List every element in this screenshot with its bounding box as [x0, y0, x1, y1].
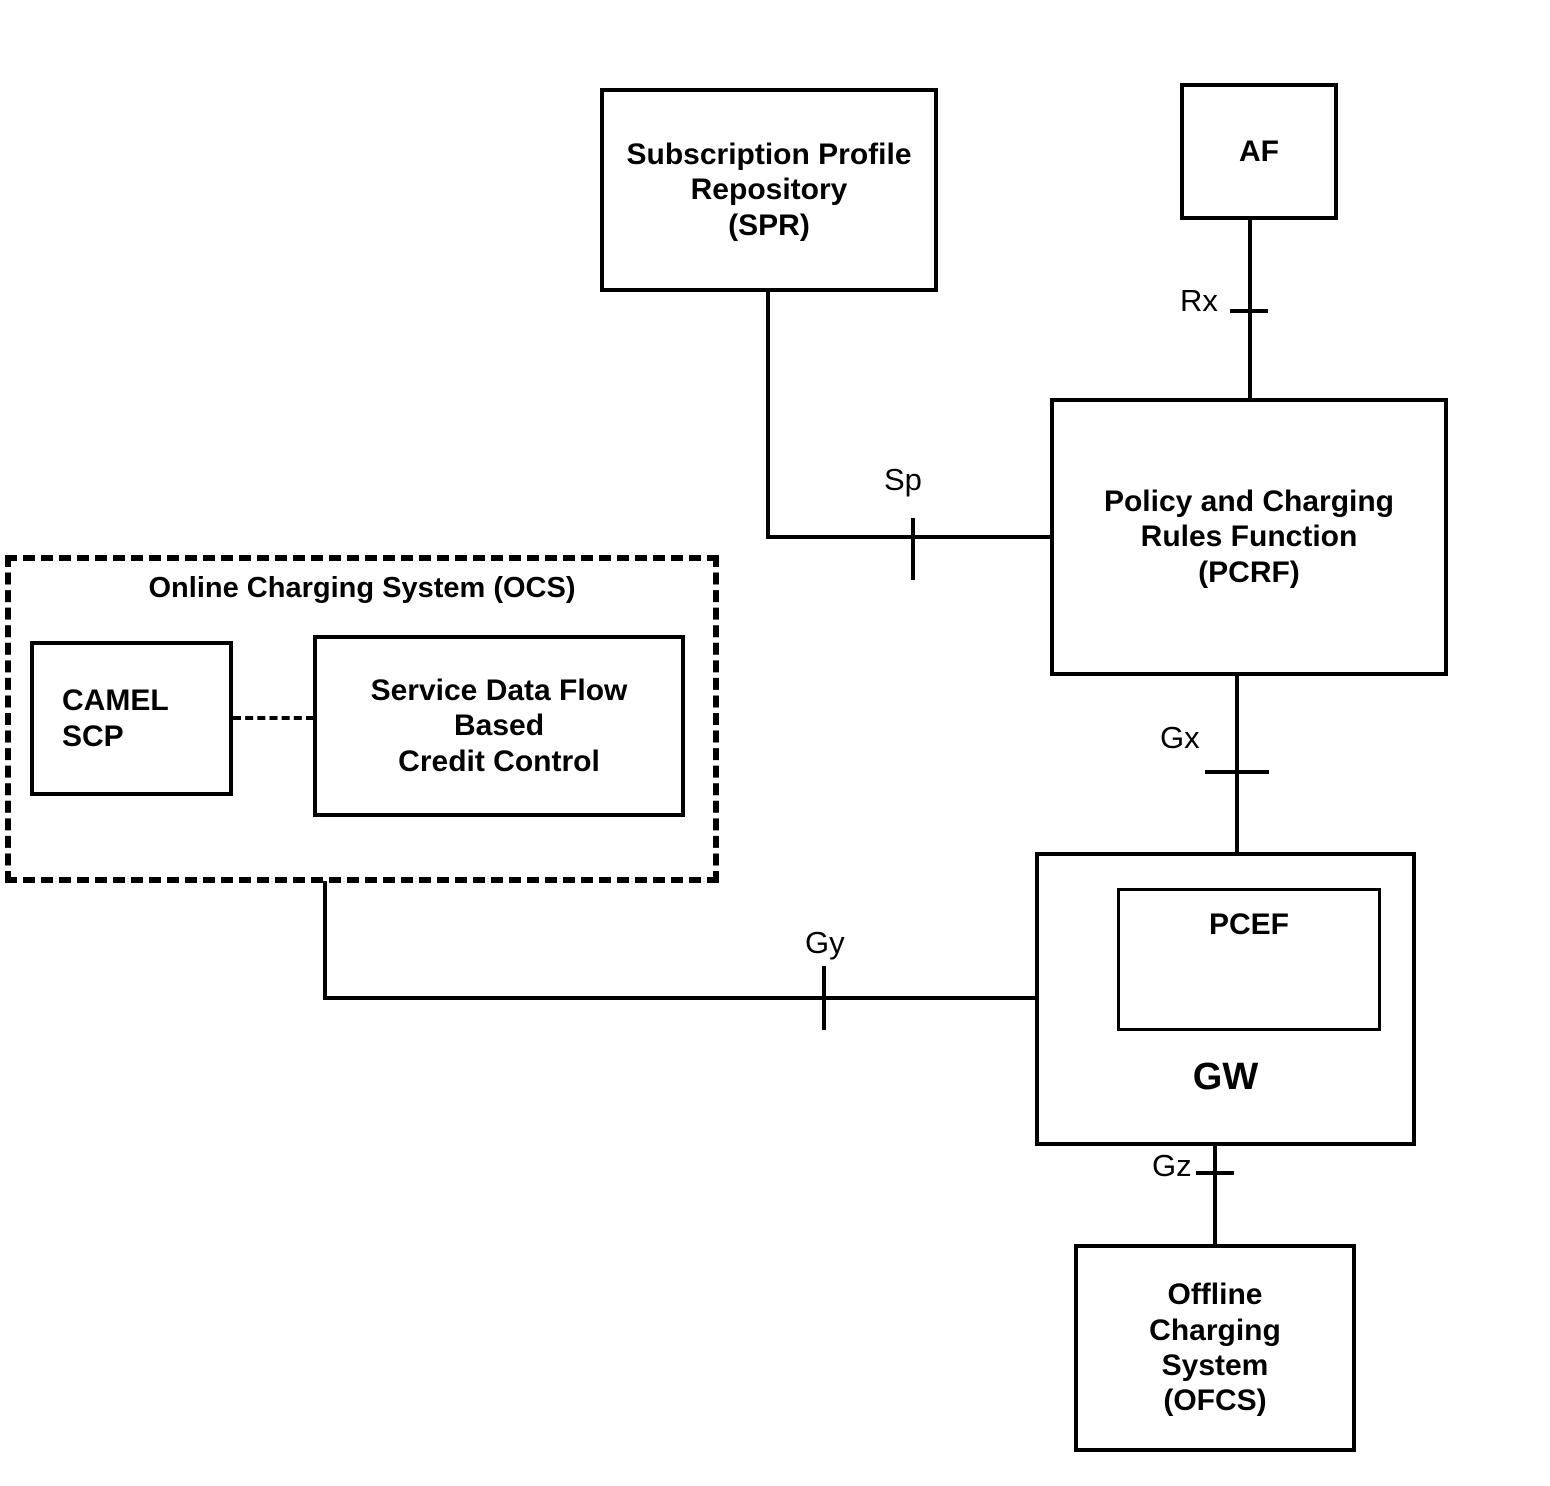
link-gy-horizontal: [323, 996, 1037, 1000]
node-spr[interactable]: Subscription Profile Repository (SPR): [600, 88, 938, 292]
link-gz: [1213, 1144, 1217, 1246]
node-pcrf[interactable]: Policy and Charging Rules Function (PCRF…: [1050, 398, 1448, 676]
link-camel-to-credit-control: [233, 716, 314, 720]
pcc-architecture-diagram: Online Charging System (OCS) Subscriptio…: [0, 0, 1550, 1486]
node-gw-label: GW: [1192, 1056, 1259, 1099]
ocs-group-title: Online Charging System (OCS): [148, 572, 576, 604]
node-camel-scp-label: CAMEL SCP: [62, 684, 169, 753]
node-sdf-credit-control[interactable]: Service Data Flow Based Credit Control: [313, 635, 685, 817]
gx-tick: [1205, 770, 1269, 774]
link-sp-vertical: [766, 290, 770, 539]
node-pcef-label: PCEF: [1208, 908, 1289, 941]
ref-label-gz: Gz: [1152, 1148, 1192, 1183]
node-ofcs[interactable]: Offline Charging System (OFCS): [1074, 1244, 1356, 1452]
node-pcef[interactable]: PCEF: [1117, 888, 1381, 1031]
link-gx: [1235, 674, 1239, 854]
node-pcrf-label: Policy and Charging Rules Function (PCRF…: [1103, 484, 1395, 589]
gz-tick: [1196, 1171, 1234, 1175]
link-gy-vertical: [323, 881, 327, 1000]
ref-label-gy: Gy: [805, 925, 845, 960]
node-camel-scp[interactable]: CAMEL SCP: [30, 641, 233, 796]
ref-label-sp: Sp: [884, 462, 922, 497]
node-af[interactable]: AF: [1180, 83, 1338, 220]
gy-tick: [822, 966, 826, 1030]
ref-label-rx: Rx: [1180, 283, 1218, 318]
node-sdf-credit-control-label: Service Data Flow Based Credit Control: [370, 673, 628, 778]
ref-label-gx: Gx: [1160, 720, 1200, 755]
link-sp-horizontal: [766, 535, 1054, 539]
node-af-label: AF: [1239, 134, 1279, 168]
node-spr-label: Subscription Profile Repository (SPR): [626, 137, 912, 242]
rx-tick: [1230, 309, 1268, 313]
node-ofcs-label: Offline Charging System (OFCS): [1149, 1278, 1281, 1418]
sp-tick: [911, 518, 915, 580]
